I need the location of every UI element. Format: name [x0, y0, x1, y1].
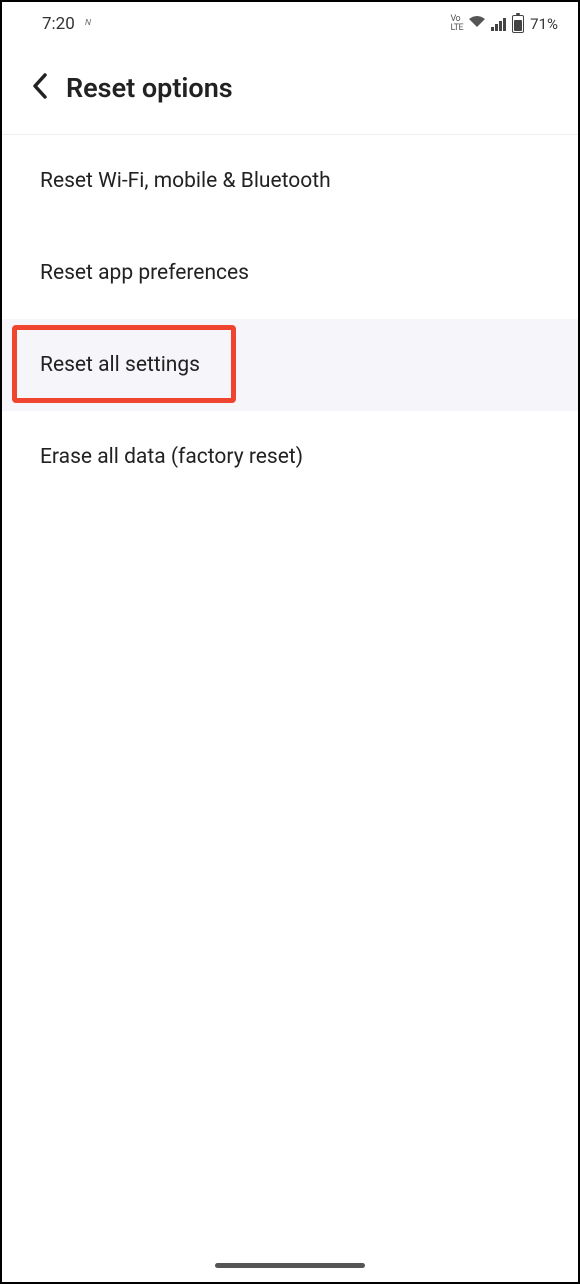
- options-list: Reset Wi-Fi, mobile & Bluetooth Reset ap…: [2, 135, 578, 503]
- wifi-icon: [469, 16, 485, 32]
- option-reset-app-preferences[interactable]: Reset app preferences: [2, 227, 578, 319]
- option-label: Reset Wi-Fi, mobile & Bluetooth: [40, 169, 331, 193]
- status-bar: 7:20 ᴺ VoLTE 71%: [2, 2, 578, 42]
- page-title: Reset options: [66, 72, 233, 104]
- status-right: VoLTE 71%: [451, 15, 558, 33]
- chevron-left-icon: [32, 73, 48, 99]
- option-reset-all-settings[interactable]: Reset all settings: [2, 319, 578, 411]
- status-time: 7:20: [42, 14, 75, 34]
- page-header: Reset options: [2, 42, 578, 135]
- volte-icon: VoLTE: [451, 15, 464, 33]
- signal-icon: [491, 17, 506, 31]
- notification-icon: ᴺ: [85, 17, 91, 31]
- option-label: Reset app preferences: [40, 261, 249, 285]
- option-erase-all-data[interactable]: Erase all data (factory reset): [2, 411, 578, 503]
- battery-percent: 71%: [530, 15, 558, 33]
- option-label: Reset all settings: [40, 353, 200, 377]
- home-indicator[interactable]: [215, 1263, 365, 1268]
- status-left: 7:20 ᴺ: [42, 14, 90, 34]
- option-reset-wifi[interactable]: Reset Wi-Fi, mobile & Bluetooth: [2, 135, 578, 227]
- option-label: Erase all data (factory reset): [40, 445, 303, 469]
- battery-icon: [512, 15, 524, 33]
- back-button[interactable]: [32, 73, 48, 103]
